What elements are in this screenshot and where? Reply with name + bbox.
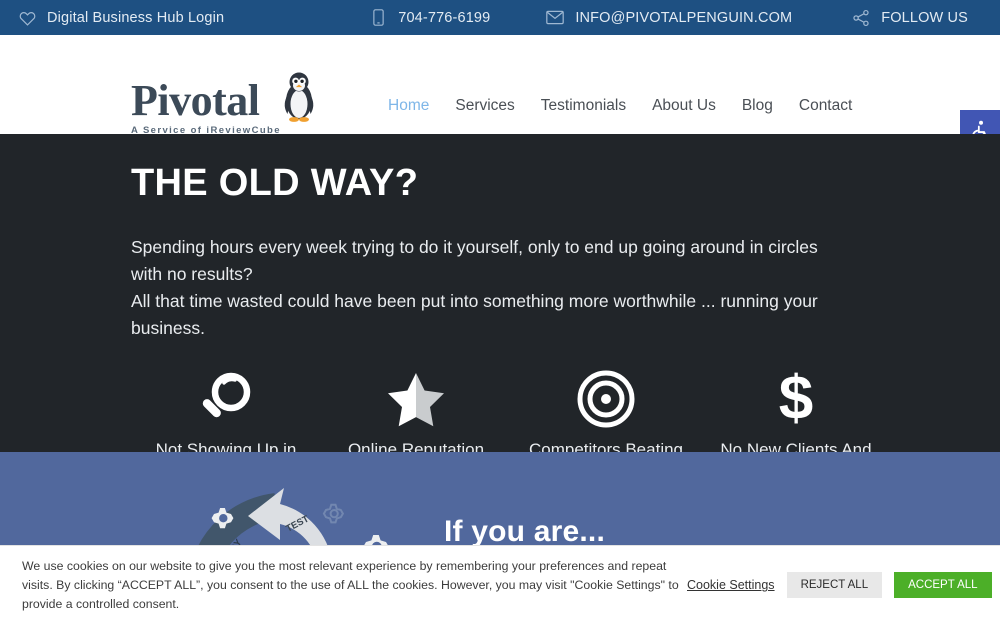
login-label: Digital Business Hub Login xyxy=(47,9,225,26)
top-utility-bar: Digital Business Hub Login 704-776-6199 … xyxy=(0,0,1000,35)
heart-icon xyxy=(18,9,36,27)
logo-text-block: Pivotal A Service of iReviewCube xyxy=(131,76,281,137)
hero-section-old-way: THE OLD WAY? Spending hours every week t… xyxy=(0,134,1000,484)
svg-text:$: $ xyxy=(779,369,813,429)
share-icon xyxy=(852,9,870,27)
digital-business-hub-login-link[interactable]: Digital Business Hub Login xyxy=(18,9,224,27)
email-link[interactable]: INFO@PIVOTALPENGUIN.COM xyxy=(546,9,792,27)
site-logo[interactable]: Pivotal A Service of iReviewCube xyxy=(131,72,319,137)
reject-all-button[interactable]: REJECT ALL xyxy=(786,572,883,599)
nav-item-home[interactable]: Home xyxy=(388,97,429,115)
cookie-banner-actions: Cookie Settings REJECT ALL ACCEPT ALL xyxy=(687,572,1000,599)
follow-us-link[interactable]: FOLLOW US xyxy=(852,9,968,27)
nav-item-services[interactable]: Services xyxy=(455,97,514,115)
logo-wordmark: Pivotal xyxy=(131,76,260,125)
page-root: Digital Business Hub Login 704-776-6199 … xyxy=(0,0,1000,625)
envelope-icon xyxy=(546,9,565,27)
email-label: INFO@PIVOTALPENGUIN.COM xyxy=(575,9,793,26)
main-navigation: Home Services Testimonials About Us Blog… xyxy=(388,97,852,115)
penguin-icon xyxy=(279,71,319,128)
nav-item-blog[interactable]: Blog xyxy=(742,97,773,115)
half-star-icon xyxy=(385,368,447,430)
follow-label: FOLLOW US xyxy=(881,9,968,26)
mobile-phone-icon xyxy=(369,9,387,27)
site-header: Pivotal A Service of iReviewCube Home Se… xyxy=(0,35,1000,160)
accept-all-button[interactable]: ACCEPT ALL xyxy=(894,572,992,599)
nav-item-testimonials[interactable]: Testimonials xyxy=(541,97,626,115)
nav-item-contact[interactable]: Contact xyxy=(799,97,852,115)
cookie-settings-link[interactable]: Cookie Settings xyxy=(687,578,775,592)
hero-paragraph-line-1: Spending hours every week trying to do i… xyxy=(131,236,818,257)
dollar-sign-icon: $ xyxy=(765,368,827,430)
nav-item-about-us[interactable]: About Us xyxy=(652,97,716,115)
hero-paragraph-line-3: All that time wasted could have been put… xyxy=(131,290,818,311)
cookie-consent-banner: We use cookies on our website to give yo… xyxy=(0,544,1000,625)
cookie-banner-text: We use cookies on our website to give yo… xyxy=(22,558,679,611)
bullseye-target-icon xyxy=(575,368,637,430)
phone-label: 704-776-6199 xyxy=(398,9,491,26)
phone-link[interactable]: 704-776-6199 xyxy=(369,9,490,27)
magnifying-glass-icon xyxy=(195,368,257,430)
hero-paragraph-line-2: with no results? xyxy=(131,263,253,284)
hero-paragraph: Spending hours every week trying to do i… xyxy=(131,234,891,343)
hero-heading: THE OLD WAY? xyxy=(131,162,419,204)
hero-copy: THE OLD WAY? Spending hours every week t… xyxy=(131,162,891,342)
hero-paragraph-line-4: business. xyxy=(131,318,205,339)
